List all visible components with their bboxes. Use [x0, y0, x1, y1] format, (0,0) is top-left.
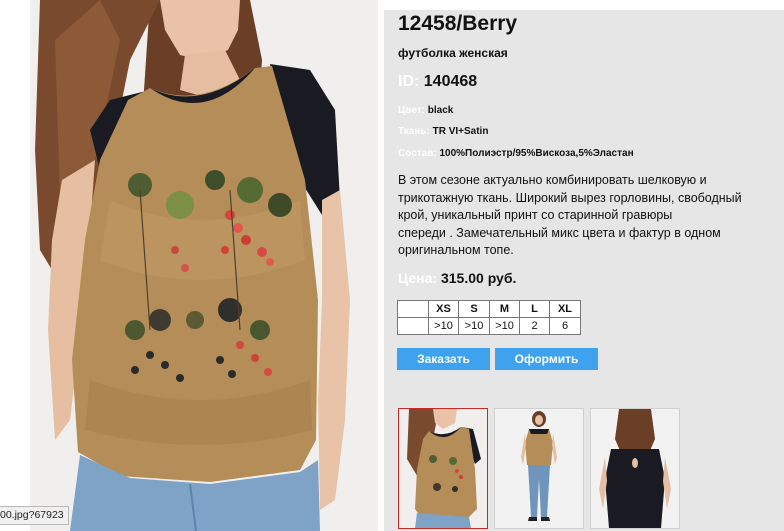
- size-header-xs: XS: [428, 300, 459, 318]
- composition-value: 100%Полиэстр/95%Вискоза,5%Эластан: [439, 148, 634, 159]
- product-info-panel: 12458/Berry футболка женская ID: 140468 …: [384, 10, 784, 531]
- size-stock-row: >10 >10 >10 2 6: [397, 317, 581, 335]
- composition-label: Состав:: [398, 148, 437, 159]
- price-row: Цена: 315.00 руб.: [398, 270, 516, 286]
- size-header-xl: XL: [549, 300, 581, 318]
- checkout-button[interactable]: Оформить: [495, 348, 598, 370]
- stock-cell-m: >10: [489, 317, 520, 335]
- description-line: В этом сезоне актуально комбинировать ше…: [398, 173, 707, 187]
- photo-left-margin: [0, 0, 30, 531]
- thumbnail-full-body: [495, 409, 583, 528]
- stock-cell-s: >10: [458, 317, 490, 335]
- size-stock-table: XS S M L XL >10 >10 >10 2 6: [397, 300, 581, 335]
- id-value: 140468: [423, 73, 478, 90]
- stock-cell-xl: 6: [549, 317, 581, 335]
- size-header-m: M: [489, 300, 520, 318]
- product-subtitle: футболка женская: [398, 46, 508, 60]
- stock-cell-empty: [397, 317, 429, 335]
- product-description: В этом сезоне актуально комбинировать ше…: [398, 172, 784, 260]
- price-label: Цена:: [398, 270, 438, 286]
- order-button[interactable]: Заказать: [397, 348, 490, 370]
- thumbnail-2[interactable]: [494, 408, 584, 529]
- status-bar-url: 00.jpg?67923: [0, 506, 69, 525]
- color-value: black: [427, 105, 454, 116]
- description-line: крой, уникальный принт со старинной грав…: [398, 208, 673, 222]
- fabric-label: Ткань:: [398, 126, 430, 137]
- fabric-row: Ткань: TR VI+Satin: [398, 126, 488, 137]
- size-header-empty: [397, 300, 429, 318]
- thumbnail-3[interactable]: [590, 408, 680, 529]
- composition-row: Состав: 100%Полиэстр/95%Вискоза,5%Эласта…: [398, 148, 634, 159]
- stock-cell-xs: >10: [428, 317, 459, 335]
- product-id-row: ID: 140468: [398, 73, 477, 91]
- size-header-l: L: [519, 300, 550, 318]
- thumbnail-1[interactable]: [398, 408, 488, 529]
- description-line: оригинальном топе.: [398, 243, 514, 257]
- description-line: трикотажную ткань. Широкий вырез горлови…: [398, 190, 742, 205]
- main-product-photo[interactable]: [0, 0, 378, 531]
- description-line: спереди . Замечательный микс цвета и фак…: [398, 225, 721, 240]
- size-header-row: XS S M L XL: [397, 300, 581, 318]
- fabric-value: TR VI+Satin: [432, 126, 489, 137]
- stock-cell-l: 2: [519, 317, 550, 335]
- size-header-s: S: [458, 300, 490, 318]
- id-label: ID:: [398, 73, 420, 90]
- product-photo-front: [0, 0, 378, 531]
- thumbnail-back-view: [591, 409, 679, 528]
- thumbnail-front-closeup: [399, 409, 487, 528]
- product-title: 12458/Berry: [398, 12, 518, 35]
- price-value: 315.00 руб.: [440, 270, 517, 286]
- color-label: Цвет:: [398, 105, 425, 116]
- color-row: Цвет: black: [398, 105, 453, 116]
